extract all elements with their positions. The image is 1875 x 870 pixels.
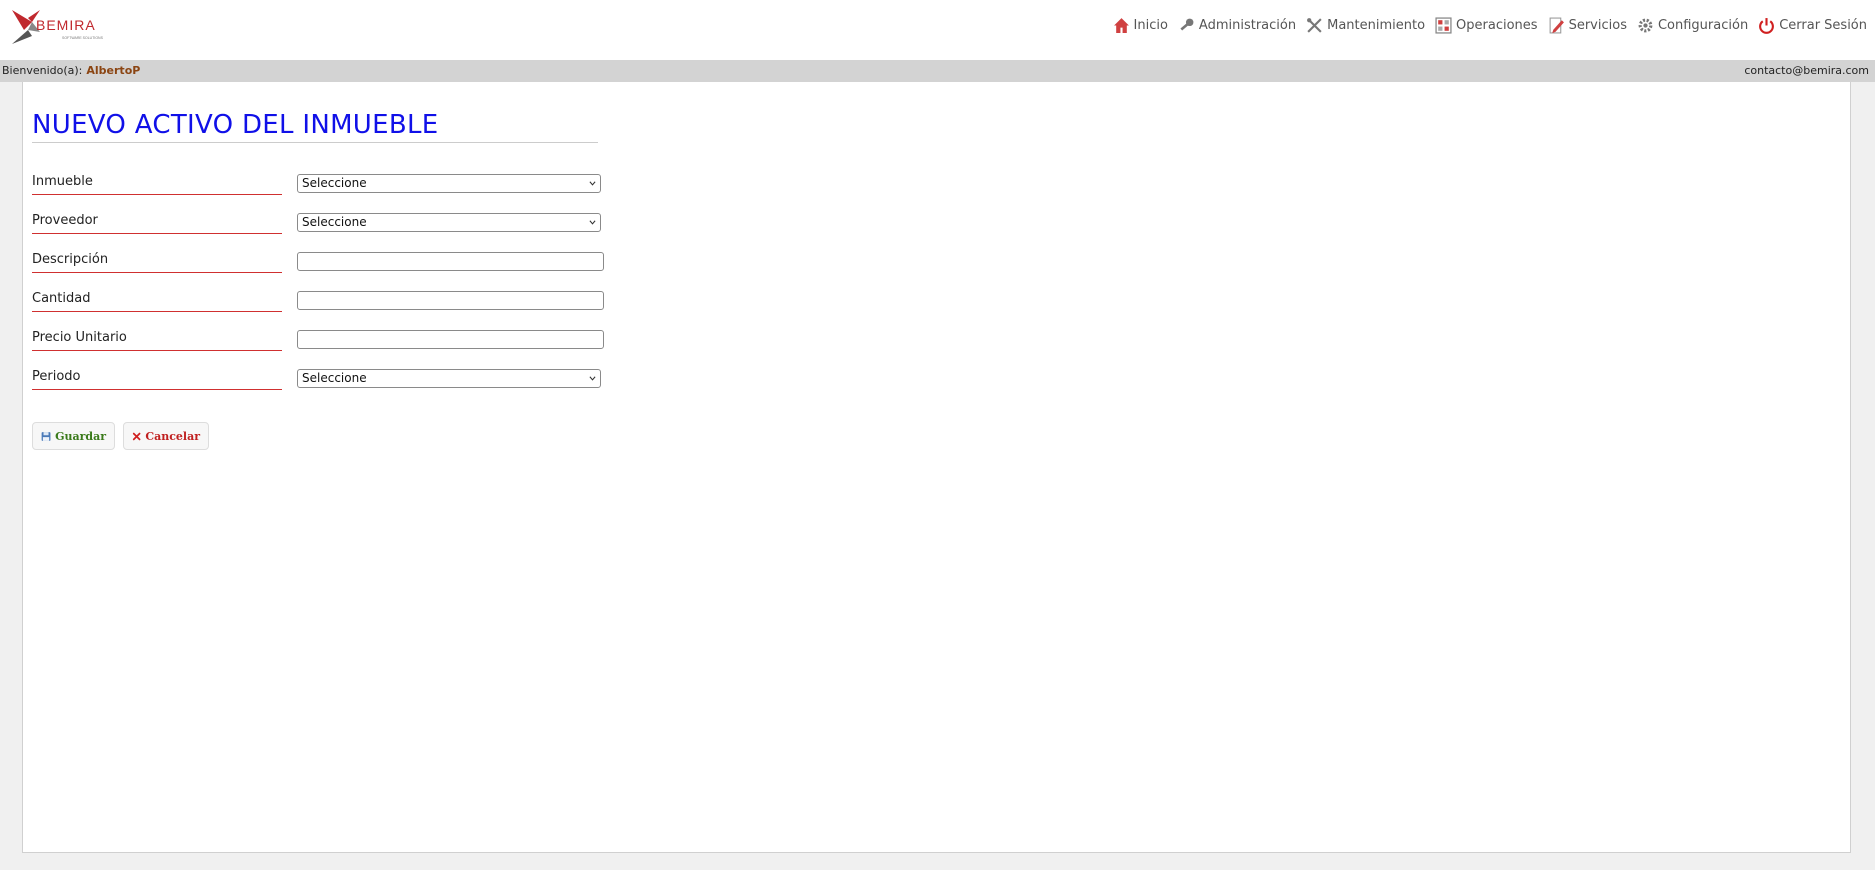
home-icon bbox=[1113, 18, 1129, 33]
chevron-down-icon bbox=[589, 181, 596, 186]
logo-text: BEMIRA bbox=[36, 17, 96, 33]
nav-item-mantenimiento[interactable]: Mantenimiento bbox=[1306, 17, 1425, 34]
cantidad-label: Cantidad bbox=[32, 291, 282, 312]
inmueble-select[interactable]: Seleccione bbox=[297, 174, 601, 193]
descripcion-input[interactable] bbox=[297, 252, 604, 271]
periodo-label: Periodo bbox=[32, 369, 282, 390]
inmueble-select-value: Seleccione bbox=[302, 176, 367, 190]
welcome-username: AlbertoP bbox=[86, 64, 141, 77]
nav-label-administracion: Administración bbox=[1198, 18, 1297, 33]
page-title: NUEVO ACTIVO DEL INMUEBLE bbox=[32, 110, 598, 143]
floppy-disk-icon bbox=[41, 431, 51, 441]
welcome-message: Bienvenido(a): AlbertoP bbox=[2, 60, 140, 82]
nav-label-inicio: Inicio bbox=[1133, 18, 1168, 33]
nav-item-operaciones[interactable]: Operaciones bbox=[1435, 17, 1538, 34]
welcome-bar: Bienvenido(a): AlbertoP contacto@bemira.c… bbox=[0, 60, 1875, 82]
nav-label-servicios: Servicios bbox=[1568, 18, 1627, 33]
cancel-button-label: Cancelar bbox=[145, 429, 200, 443]
proveedor-label: Proveedor bbox=[32, 213, 282, 234]
nav-label-mantenimiento: Mantenimiento bbox=[1327, 18, 1426, 33]
main-nav: Inicio Administración Mantenimiento Oper… bbox=[1113, 17, 1867, 34]
chevron-down-icon bbox=[589, 376, 596, 381]
nav-item-cerrar-sesion[interactable]: Cerrar Sesión bbox=[1758, 17, 1867, 34]
periodo-select-value: Seleccione bbox=[302, 371, 367, 385]
contact-email: contacto@bemira.com bbox=[1744, 64, 1869, 77]
nav-item-configuracion[interactable]: Configuración bbox=[1637, 17, 1748, 34]
grid-icon bbox=[1435, 17, 1452, 34]
proveedor-select[interactable]: Seleccione bbox=[297, 213, 601, 232]
tools-icon bbox=[1307, 18, 1322, 33]
precio-unitario-label: Precio Unitario bbox=[32, 330, 282, 351]
top-header: BEMIRA SOFTWARE SOLUTIONS Inicio Adminis… bbox=[0, 0, 1875, 60]
nav-label-cerrar-sesion: Cerrar Sesión bbox=[1779, 18, 1867, 33]
save-button[interactable]: Guardar bbox=[32, 422, 115, 450]
document-edit-icon bbox=[1549, 17, 1564, 34]
inmueble-label: Inmueble bbox=[32, 174, 282, 195]
proveedor-select-value: Seleccione bbox=[302, 215, 367, 229]
key-icon bbox=[1180, 18, 1194, 31]
cancel-button[interactable]: Cancelar bbox=[123, 422, 209, 450]
descripcion-label: Descripción bbox=[32, 252, 282, 273]
bemira-logo[interactable]: BEMIRA SOFTWARE SOLUTIONS bbox=[10, 8, 140, 50]
cantidad-input[interactable] bbox=[297, 291, 604, 310]
nav-item-inicio[interactable]: Inicio bbox=[1113, 17, 1168, 34]
nav-item-administracion[interactable]: Administración bbox=[1178, 17, 1296, 34]
periodo-select[interactable]: Seleccione bbox=[297, 369, 601, 388]
nav-label-configuracion: Configuración bbox=[1657, 18, 1749, 33]
close-icon bbox=[132, 432, 141, 440]
nav-item-servicios[interactable]: Servicios bbox=[1548, 17, 1627, 34]
power-icon bbox=[1759, 18, 1775, 34]
precio-unitario-input[interactable] bbox=[297, 330, 604, 349]
logo-mark-icon: BEMIRA SOFTWARE SOLUTIONS bbox=[12, 10, 104, 44]
save-button-label: Guardar bbox=[55, 429, 106, 443]
gear-icon bbox=[1638, 18, 1653, 33]
main-content: NUEVO ACTIVO DEL INMUEBLE Inmueble Selec… bbox=[22, 82, 1851, 853]
welcome-prefix: Bienvenido(a): bbox=[2, 64, 83, 77]
logo-subtext: SOFTWARE SOLUTIONS bbox=[62, 36, 104, 40]
chevron-down-icon bbox=[589, 220, 596, 225]
nav-label-operaciones: Operaciones bbox=[1456, 18, 1538, 33]
